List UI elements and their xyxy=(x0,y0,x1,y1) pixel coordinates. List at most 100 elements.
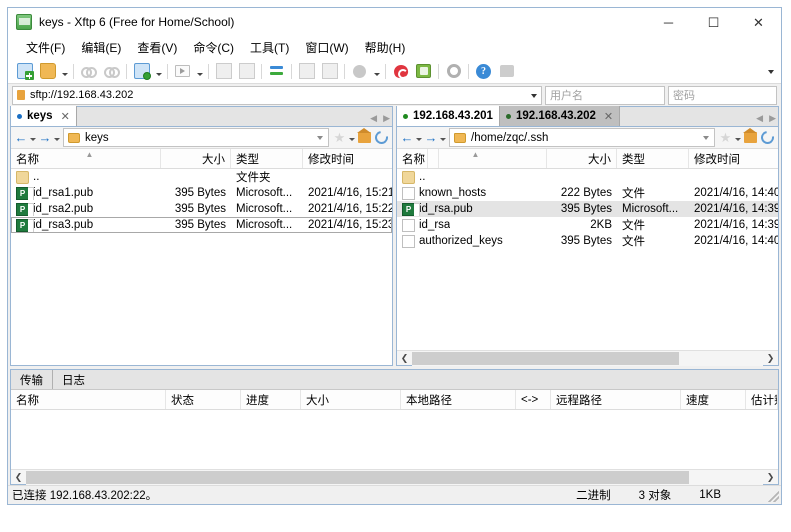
scroll-track[interactable] xyxy=(26,469,763,485)
table-row[interactable]: .. 文件夹 xyxy=(11,169,392,185)
column-header-name[interactable]: 名称 ▲ xyxy=(11,149,161,168)
table-row[interactable]: Pid_rsa2.pub 395 Bytes Microsoft... 2021/4/… xyxy=(11,201,392,217)
column-header-size[interactable]: 大小 xyxy=(161,149,231,168)
scroll-right-icon[interactable]: ❯ xyxy=(763,351,778,366)
tab-scroll-left-icon[interactable]: ◀ xyxy=(756,113,763,124)
refresh-icon[interactable] xyxy=(372,128,391,147)
help-icon[interactable]: ? xyxy=(473,61,494,82)
xftp-icon[interactable] xyxy=(413,61,434,82)
scroll-left-icon[interactable]: ❮ xyxy=(397,351,412,366)
tab-close-icon[interactable]: ✕ xyxy=(604,110,613,123)
tab-scroll-right-icon[interactable]: ▶ xyxy=(383,113,390,124)
table-row[interactable]: id_rsa2KB文件2021/4/16, 14:39-rw-- xyxy=(397,217,778,233)
local-pathbar: ← → keys ★ xyxy=(11,127,392,149)
column-header-size[interactable]: 大小 xyxy=(547,149,617,168)
transfer-column-header[interactable]: 名称 xyxy=(11,390,166,409)
table-row[interactable]: Pid_rsa3.pub 395 Bytes Microsoft... 2021/4/… xyxy=(11,217,392,233)
resize-grip-icon[interactable] xyxy=(765,488,779,502)
password-input[interactable]: 密码 xyxy=(668,85,777,105)
open-folder-dropdown-icon[interactable] xyxy=(59,61,70,82)
scroll-thumb[interactable] xyxy=(412,351,679,365)
home-icon[interactable] xyxy=(356,128,373,147)
scroll-right-icon[interactable]: ❯ xyxy=(763,470,778,485)
forward-icon[interactable]: → xyxy=(423,129,439,147)
folder-sync-dropdown-icon[interactable] xyxy=(153,61,164,82)
tab-log[interactable]: 日志 xyxy=(53,370,94,389)
menu-tools[interactable]: 工具(T) xyxy=(242,36,297,59)
open-folder-icon[interactable] xyxy=(37,61,58,82)
maximize-button[interactable]: ☐ xyxy=(691,8,736,36)
tab-close-icon[interactable]: ✕ xyxy=(61,110,70,123)
toolbar-overflow-icon[interactable] xyxy=(765,63,777,77)
remote-tab-192-168-43-202[interactable]: 192.168.43.202 ✕ xyxy=(499,106,621,126)
transfer-panel: 传输 日志 名称 状态 进度 大小 本地路径 <-> 远程路径 速度 估计剩 ❮ ❯ xyxy=(10,369,779,485)
remote-horizontal-scrollbar[interactable]: ❮ ❯ xyxy=(397,350,778,366)
tab-scroll-right-icon[interactable]: ▶ xyxy=(769,113,776,124)
table-row[interactable]: authorized_keys 395 Bytes 文件 2021/4/16, 14:… xyxy=(397,233,778,249)
scroll-thumb[interactable] xyxy=(26,470,690,484)
remote-tab-192-168-43-201[interactable]: 192.168.43.201 xyxy=(397,106,500,126)
back-icon[interactable]: ← xyxy=(13,129,29,147)
transfer-list[interactable] xyxy=(11,410,778,469)
view-mode-dropdown-icon xyxy=(371,61,382,82)
feedback-icon[interactable] xyxy=(496,61,517,82)
favorites-icon[interactable]: ★ xyxy=(717,129,734,147)
transfer-column-header[interactable]: 远程路径 xyxy=(551,390,681,409)
chevron-down-icon[interactable] xyxy=(703,135,709,140)
scroll-left-icon[interactable]: ❮ xyxy=(11,470,26,485)
menu-command[interactable]: 命令(C) xyxy=(185,36,242,59)
local-file-list[interactable]: .. 文件夹 Pid_rsa1.pub 395 Bytes Microsoft... 20… xyxy=(11,169,392,365)
menu-view[interactable]: 查看(V) xyxy=(129,36,185,59)
local-tab-keys[interactable]: keys ✕ xyxy=(11,106,77,126)
new-session-icon[interactable] xyxy=(14,61,35,82)
transfer-column-header[interactable]: 状态 xyxy=(166,390,241,409)
back-icon[interactable]: ← xyxy=(399,129,415,147)
table-row[interactable]: Pid_rsa1.pub 395 Bytes Microsoft... 2021/4/… xyxy=(11,185,392,201)
username-input[interactable]: 用户名 xyxy=(545,85,665,105)
transfer-column-header[interactable]: 大小 xyxy=(301,390,401,409)
host-input[interactable]: sftp://192.168.43.202 xyxy=(12,85,542,105)
transfer-column-header[interactable]: 进度 xyxy=(241,390,301,409)
remote-path-input[interactable]: /home/zqc/.ssh xyxy=(449,128,715,147)
forward-icon[interactable]: → xyxy=(37,129,53,147)
local-path-value: keys xyxy=(85,131,109,144)
table-row[interactable]: known_hosts222 Bytes文件2021/4/16, 14:40-r… xyxy=(397,185,778,201)
column-header-type[interactable]: 类型 xyxy=(231,149,303,168)
local-path-input[interactable]: keys xyxy=(63,128,329,147)
favorites-dropdown-icon[interactable] xyxy=(348,129,356,147)
minimize-button[interactable]: ─ xyxy=(646,8,691,36)
transfer-column-header[interactable]: 速度 xyxy=(681,390,746,409)
column-header-type[interactable]: 类型 xyxy=(617,149,689,168)
transfer-column-header[interactable]: 本地路径 xyxy=(401,390,516,409)
menu-file[interactable]: 文件(F) xyxy=(18,36,73,59)
transfer-column-header[interactable]: 估计剩 xyxy=(746,390,778,409)
menu-help[interactable]: 帮助(H) xyxy=(357,36,414,59)
transfer-icon[interactable] xyxy=(266,61,287,82)
tab-transfer[interactable]: 传输 xyxy=(11,370,53,389)
scroll-track[interactable] xyxy=(412,350,763,366)
favorites-dropdown-icon[interactable] xyxy=(734,129,742,147)
settings-gear-icon[interactable] xyxy=(443,61,464,82)
column-header-modified[interactable]: 修改时间 xyxy=(689,149,791,168)
refresh-icon[interactable] xyxy=(758,128,777,147)
chevron-down-icon[interactable] xyxy=(531,94,537,98)
table-row[interactable]: Pid_rsa.pub 395 Bytes Microsoft... 2021/4/1… xyxy=(397,201,778,217)
column-header-name[interactable]: 名称 ▲ xyxy=(397,149,547,168)
home-icon[interactable] xyxy=(742,128,759,147)
back-dropdown-icon[interactable] xyxy=(29,129,37,147)
favorites-icon[interactable]: ★ xyxy=(331,129,348,147)
xshell-icon[interactable] xyxy=(390,61,411,82)
chevron-down-icon[interactable] xyxy=(317,135,323,140)
forward-dropdown-icon[interactable] xyxy=(439,129,447,147)
tab-scroll-left-icon[interactable]: ◀ xyxy=(370,113,377,124)
transfer-column-header[interactable]: <-> xyxy=(516,390,551,409)
folder-sync-icon[interactable] xyxy=(131,61,152,82)
back-dropdown-icon[interactable] xyxy=(415,129,423,147)
transfer-horizontal-scrollbar[interactable]: ❮ ❯ xyxy=(11,469,778,485)
close-button[interactable]: ✕ xyxy=(736,8,781,36)
remote-file-list[interactable]: .. known_hosts 222 Bytes 文件 2021/4/16, 14:40… xyxy=(397,169,778,350)
menu-window[interactable]: 窗口(W) xyxy=(297,36,356,59)
forward-dropdown-icon[interactable] xyxy=(53,129,61,147)
table-row[interactable]: .. xyxy=(397,169,778,185)
menu-edit[interactable]: 编辑(E) xyxy=(73,36,129,59)
